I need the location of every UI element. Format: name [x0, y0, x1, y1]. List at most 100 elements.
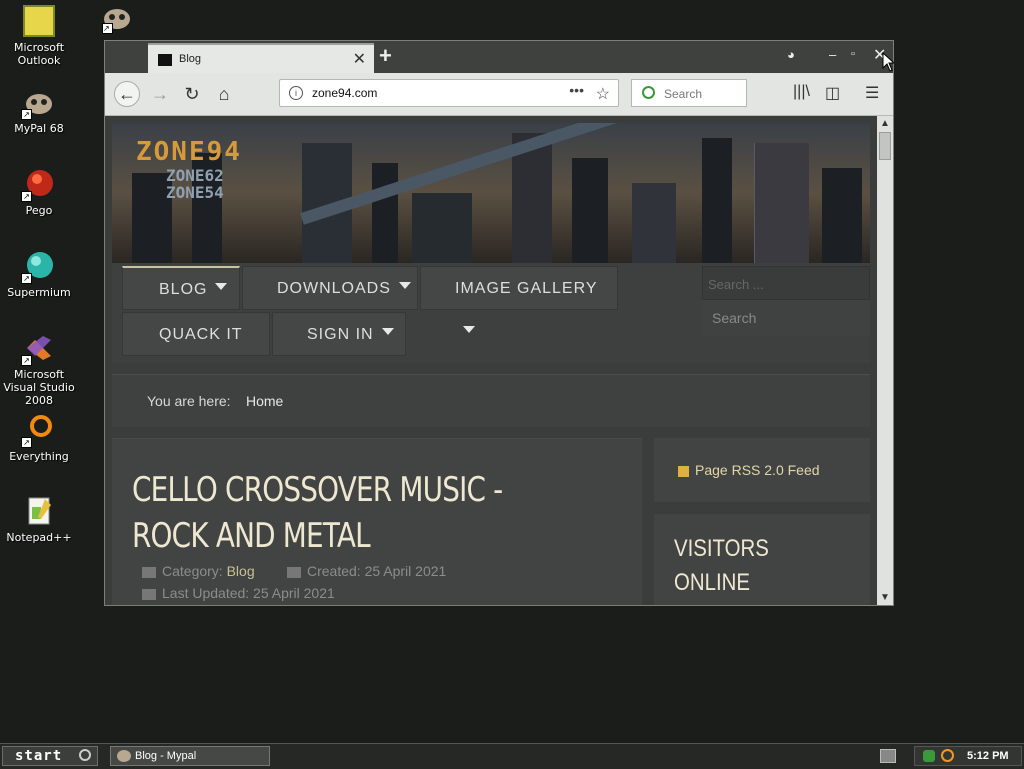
site-logo[interactable]: ZONE94: [136, 137, 242, 167]
shortcut-arrow-icon: ↗: [21, 437, 32, 448]
desktop-icon-label: Notepad++: [6, 531, 72, 544]
scroll-thumb[interactable]: [879, 132, 891, 160]
banner-building: [372, 163, 398, 263]
site-search-button-label: Search: [712, 310, 757, 326]
menu-quack-it-label: QUACK IT: [159, 326, 243, 343]
desktop-icon-visual-studio[interactable]: ↗ Microsoft Visual Studio 2008: [0, 332, 78, 407]
site-logo-sub: ZONE62 ZONE54: [166, 167, 224, 201]
desktop-icon-notepadpp[interactable]: Notepad++: [0, 495, 78, 544]
tab-bar: Blog ✕ + ◕ – ▫ ✕: [105, 41, 893, 73]
caret-down-icon: [398, 282, 411, 290]
banner-building: [754, 143, 809, 263]
search-icon: [642, 86, 655, 99]
rss-feed-link[interactable]: Page RSS 2.0 Feed: [678, 462, 820, 478]
page-scrollbar[interactable]: ▲ ▼: [877, 116, 893, 605]
url-text[interactable]: zone94.com: [312, 86, 377, 100]
page-actions-icon[interactable]: •••: [569, 82, 584, 98]
mypal-icon: ↗: [21, 86, 55, 120]
created-date: Created: 25 April 2021: [307, 563, 447, 579]
site-search-placeholder: Search ...: [708, 277, 764, 292]
tab-blog[interactable]: Blog ✕: [148, 43, 374, 73]
banner-building: [702, 138, 732, 263]
scroll-down-icon[interactable]: ▼: [880, 592, 890, 603]
site-banner[interactable]: ZONE94 ZONE62 ZONE54: [112, 123, 870, 263]
desktop-icon-label: Microsoft Outlook: [13, 41, 65, 67]
visitors-heading: VISITORS ONLINE: [674, 535, 769, 596]
home-button[interactable]: ⌂: [211, 81, 237, 107]
scroll-up-icon[interactable]: ▲: [880, 118, 890, 129]
tab-title: Blog: [179, 53, 202, 65]
article-card: CELLO CROSSOVER MUSIC - ROCK AND METAL C…: [112, 438, 642, 605]
start-button[interactable]: start: [2, 746, 98, 766]
desktop-icon-label: MyPal 68: [14, 122, 64, 135]
maximize-button[interactable]: ▫: [851, 48, 855, 60]
menu-downloads[interactable]: DOWNLOADS: [242, 266, 418, 310]
desktop-icon-label: Microsoft Visual Studio 2008: [3, 368, 75, 407]
minimize-button[interactable]: –: [829, 47, 836, 62]
library-icon[interactable]: |||\: [793, 83, 810, 101]
taskbar: start Blog - Mypal 5:12 PM: [0, 743, 1024, 769]
mypal-icon: [117, 750, 131, 762]
pego-icon: ↗: [21, 168, 55, 202]
site-search-input[interactable]: Search ...: [702, 266, 870, 300]
updated-date: Last Updated: 25 April 2021: [162, 585, 335, 601]
taskbar-item-mypal[interactable]: Blog - Mypal: [110, 746, 270, 766]
shortcut-arrow-icon: ↗: [21, 109, 32, 120]
everything-icon: ↗: [21, 414, 55, 448]
desktop-icon-outlook[interactable]: Microsoft Outlook: [0, 5, 78, 67]
reload-button[interactable]: ↻: [179, 81, 205, 107]
desktop-icon-label: Pego: [25, 204, 53, 217]
menu-blog-label: BLOG: [159, 281, 208, 298]
mypal-floating-icon[interactable]: ↗: [100, 2, 134, 34]
back-button[interactable]: ←: [114, 81, 140, 107]
sidebar-toggle-icon[interactable]: ◫: [825, 83, 840, 103]
visual-studio-icon: ↗: [21, 332, 55, 366]
search-tray-icon[interactable]: [941, 749, 954, 762]
clock[interactable]: 5:12 PM: [967, 750, 1009, 762]
site-nav: BLOG DOWNLOADS IMAGE GALLERY QUACK IT SI…: [112, 263, 870, 363]
menu-image-gallery[interactable]: IMAGE GALLERY: [420, 266, 618, 334]
nav-toolbar: ← → ↻ ⌂ i zone94.com ••• ☆ Search |||\ ◫…: [105, 73, 893, 116]
menu-quack-it[interactable]: QUACK IT: [122, 312, 270, 356]
url-bar[interactable]: i zone94.com ••• ☆: [279, 79, 619, 107]
calendar-icon: [287, 566, 301, 578]
folder-icon: [142, 566, 156, 578]
supermium-icon: ↗: [21, 250, 55, 284]
menu-image-gallery-label: IMAGE GALLERY: [455, 280, 598, 297]
keyboard-icon[interactable]: [880, 749, 896, 763]
banner-building: [822, 168, 862, 263]
forward-button[interactable]: →: [147, 81, 173, 107]
shield-icon[interactable]: [923, 750, 935, 762]
logo-sub-line: ZONE54: [166, 183, 224, 202]
start-label: start: [15, 748, 63, 764]
page-viewport[interactable]: ZONE94 ZONE62 ZONE54 BLOG DOWNLOADS IMAG…: [105, 116, 877, 605]
menu-sign-in[interactable]: SIGN IN: [272, 312, 406, 356]
shortcut-arrow-icon: ↗: [102, 23, 113, 34]
menu-hamburger-icon[interactable]: ☰: [865, 83, 879, 103]
article-title[interactable]: CELLO CROSSOVER MUSIC - ROCK AND METAL: [132, 467, 517, 559]
menu-downloads-label: DOWNLOADS: [277, 280, 391, 297]
banner-building: [632, 183, 676, 263]
site-favicon-icon: [158, 54, 172, 66]
breadcrumb: You are here: Home: [112, 374, 870, 427]
category-link[interactable]: Blog: [227, 563, 255, 579]
desktop-icon-mypal[interactable]: ↗ MyPal 68: [0, 86, 78, 135]
menu-sign-in-label: SIGN IN: [307, 326, 374, 343]
breadcrumb-home-link[interactable]: Home: [246, 393, 283, 409]
menu-blog[interactable]: BLOG: [122, 266, 240, 310]
site-search-button[interactable]: Search: [702, 300, 870, 336]
outlook-icon: [23, 5, 55, 37]
mouse-cursor-icon: [882, 51, 896, 77]
article-category: Category: Blog: [142, 563, 255, 579]
browser-search-input[interactable]: Search: [631, 79, 747, 107]
tab-close-icon[interactable]: ✕: [353, 49, 366, 69]
bookmark-star-icon[interactable]: ☆: [596, 84, 610, 104]
new-tab-button[interactable]: +: [379, 43, 392, 69]
site-info-icon[interactable]: i: [289, 86, 303, 100]
desktop-icon-pego[interactable]: ↗ Pego: [0, 168, 78, 217]
taskbar-item-label: Blog - Mypal: [135, 750, 197, 762]
shortcut-arrow-icon: ↗: [21, 273, 32, 284]
desktop-icon-supermium[interactable]: ↗ Supermium: [0, 250, 78, 299]
desktop-icon-label: Supermium: [7, 286, 71, 299]
desktop-icon-everything[interactable]: ↗ Everything: [0, 414, 78, 463]
